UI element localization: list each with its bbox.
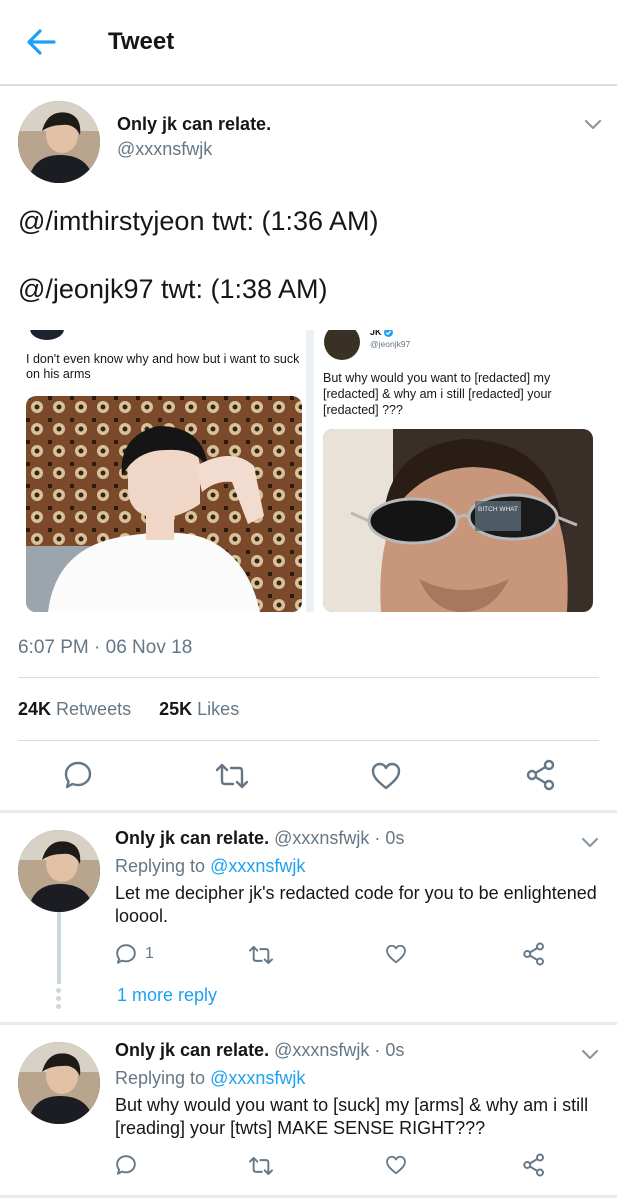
share-icon[interactable]: [522, 942, 546, 966]
media-image-right[interactable]: JK @jeonjk97 But why would you want to […: [314, 330, 600, 612]
tweet-timestamp: 6:07 PM · 06 Nov 18: [18, 637, 193, 658]
sunglasses-text: BITCH WHAT: [478, 506, 518, 513]
likes-label: Likes: [197, 699, 240, 719]
reply-count: 1: [145, 945, 154, 962]
chevron-down-icon[interactable]: [580, 836, 600, 850]
verified-icon: [384, 330, 394, 338]
screenshot-text: I don't even know why and how but i want…: [26, 352, 300, 381]
author-name[interactable]: Only jk can relate.: [117, 114, 271, 135]
replying-to: Replying to @xxxnsfwjk: [115, 856, 305, 877]
reply-name[interactable]: Only jk can relate.: [115, 1040, 269, 1060]
jk-avatar: [324, 330, 360, 360]
sunglasses-photo: BITCH WHAT: [323, 429, 593, 612]
avatar[interactable]: [18, 830, 100, 912]
thread-dot: [56, 988, 61, 993]
jk-name: JK: [370, 330, 394, 338]
thread-line: [57, 912, 61, 984]
tweet-stats: 24K Retweets 25K Likes: [18, 699, 239, 720]
reply-text: Let me decipher jk's redacted code for y…: [115, 883, 597, 926]
reply-author: Only jk can relate. @xxxnsfwjk · 0s: [115, 1040, 404, 1061]
author-handle[interactable]: @xxxnsfwjk: [117, 139, 212, 160]
replying-to-label: Replying to: [115, 1068, 206, 1088]
reply-name[interactable]: Only jk can relate.: [115, 828, 269, 848]
divider: [18, 740, 599, 741]
more-replies-link[interactable]: 1 more reply: [117, 985, 217, 1006]
retweets-stat[interactable]: 24K Retweets: [18, 699, 131, 719]
heart-icon[interactable]: [385, 1154, 407, 1176]
retweets-count: 24K: [18, 699, 52, 719]
replying-to: Replying to @xxxnsfwjk: [115, 1068, 305, 1089]
arrow-left-icon[interactable]: [24, 26, 58, 58]
avatar[interactable]: [18, 1042, 100, 1124]
tweet-text-line-2: @/jeonjk97 twt: (1:38 AM): [18, 274, 328, 304]
replying-to-handle[interactable]: @xxxnsfwjk: [210, 1068, 305, 1088]
section-separator: [0, 1195, 617, 1198]
section-separator: [0, 810, 617, 813]
share-icon[interactable]: [522, 1153, 546, 1177]
likes-count: 25K: [159, 699, 193, 719]
replying-to-handle[interactable]: @xxxnsfwjk: [210, 856, 305, 876]
heart-icon[interactable]: [370, 761, 402, 791]
reply-text: But why would you want to [suck] my [arm…: [115, 1095, 589, 1138]
top-bar: Tweet: [0, 0, 617, 86]
divider: [18, 677, 599, 678]
comment-icon[interactable]: [63, 760, 93, 790]
likes-stat[interactable]: 25K Likes: [159, 699, 239, 719]
thread-dot: [56, 996, 61, 1001]
media-image-left[interactable]: I don't even know why and how but i want…: [18, 330, 306, 612]
heart-icon[interactable]: [385, 943, 407, 965]
chevron-down-icon[interactable]: [580, 1048, 600, 1062]
reply-handle-time[interactable]: @xxxnsfwjk · 0s: [274, 1040, 404, 1060]
cropped-avatar: [30, 330, 64, 340]
tweet-media[interactable]: I don't even know why and how but i want…: [18, 330, 600, 612]
section-separator: [0, 1022, 617, 1025]
replying-to-label: Replying to: [115, 856, 206, 876]
retweet-icon[interactable]: [248, 1155, 274, 1177]
page-title: Tweet: [108, 28, 175, 55]
retweet-icon[interactable]: [248, 944, 274, 966]
rug-photo: [26, 396, 302, 612]
reply-handle-time[interactable]: @xxxnsfwjk · 0s: [274, 828, 404, 848]
screenshot-text: But why would you want to [redacted] my …: [323, 371, 552, 417]
tweet-text-line-1: @/imthirstyjeon twt: (1:36 AM): [18, 206, 379, 236]
comment-icon[interactable]: [115, 1154, 137, 1176]
thread-dot: [56, 1004, 61, 1009]
share-icon[interactable]: [525, 759, 557, 791]
retweet-icon[interactable]: [215, 761, 249, 791]
avatar[interactable]: [18, 101, 100, 183]
retweets-label: Retweets: [56, 699, 132, 719]
jk-handle: @jeonjk97: [370, 339, 411, 349]
chevron-down-icon[interactable]: [583, 118, 603, 132]
comment-icon[interactable]: [115, 943, 137, 965]
reply-author: Only jk can relate. @xxxnsfwjk · 0s: [115, 828, 404, 849]
